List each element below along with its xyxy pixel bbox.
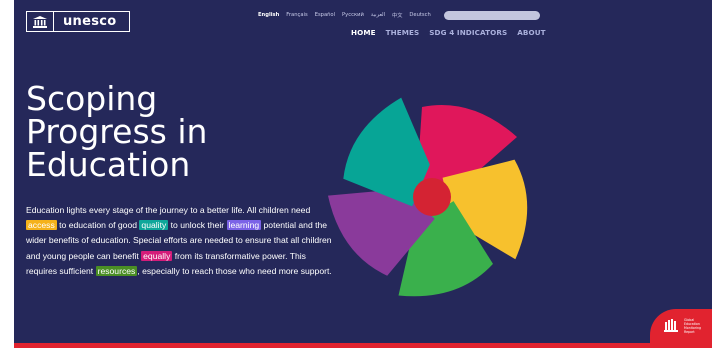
highlight-quality[interactable]: quality xyxy=(139,220,169,231)
highlight-access[interactable]: access xyxy=(26,220,57,231)
nav-about[interactable]: ABOUT xyxy=(517,28,545,37)
lang-german[interactable]: Deutsch xyxy=(409,12,430,19)
language-switcher: English Français Español Русский العربية… xyxy=(258,12,431,19)
lang-spanish[interactable]: Español xyxy=(315,12,335,19)
badge-text: Global Education Monitoring Report xyxy=(684,318,701,334)
footer-accent-bar xyxy=(14,343,712,348)
logo-text: unesco xyxy=(63,14,117,29)
nav-sdg4-indicators[interactable]: SDG 4 INDICATORS xyxy=(429,28,507,37)
search-input[interactable] xyxy=(444,11,540,20)
highlight-learning[interactable]: learning xyxy=(226,220,262,231)
nav-home[interactable]: HOME xyxy=(351,28,376,37)
gem-report-badge[interactable]: Global Education Monitoring Report xyxy=(650,309,712,343)
text-segment: to unlock their xyxy=(168,220,227,231)
highlight-resources[interactable]: resources xyxy=(95,265,138,276)
unesco-logo[interactable]: unesco xyxy=(26,11,130,32)
page-title: Scoping Progress in Education xyxy=(26,79,208,184)
text-segment: Education lights every stage of the jour… xyxy=(26,205,311,215)
highlight-equally[interactable]: equally xyxy=(141,250,173,261)
lang-chinese[interactable]: 中文 xyxy=(392,12,402,19)
temple-icon xyxy=(27,12,54,31)
hero-description: Education lights every stage of the jour… xyxy=(26,203,332,279)
shutter-circle-icon xyxy=(327,97,528,297)
hands-icon xyxy=(664,319,678,332)
text-segment: , especially to reach those who need mor… xyxy=(137,265,332,276)
lang-russian[interactable]: Русский xyxy=(342,12,364,19)
lang-french[interactable]: Français xyxy=(286,12,307,19)
lang-arabic[interactable]: العربية xyxy=(371,12,385,19)
page: unesco English Français Español Русский … xyxy=(14,0,712,348)
nav-themes[interactable]: THEMES xyxy=(386,28,420,37)
badge-line: Report xyxy=(684,330,695,334)
main-nav: HOME THEMES SDG 4 INDICATORS ABOUT xyxy=(351,28,546,37)
shutter-center-dot[interactable] xyxy=(413,178,451,216)
lang-english[interactable]: English xyxy=(258,12,279,19)
text-segment: to education of good xyxy=(56,220,140,231)
